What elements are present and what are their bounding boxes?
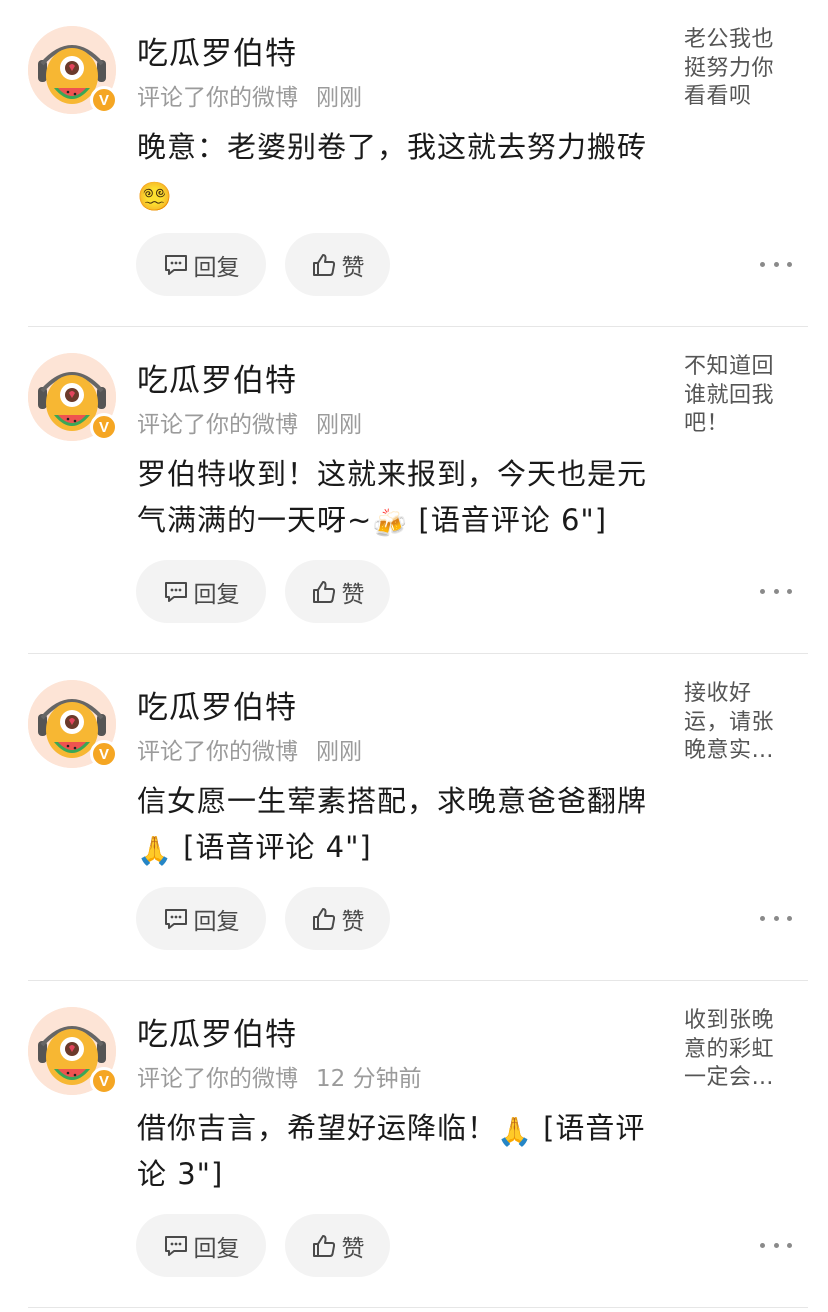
like-button[interactable]: 赞 bbox=[285, 233, 390, 296]
comment-icon bbox=[163, 253, 189, 277]
like-label: 赞 bbox=[341, 908, 365, 935]
action-text: 评论了你的微博 bbox=[137, 1066, 298, 1092]
comment-meta: 评论了你的微博 刚刚 bbox=[137, 78, 362, 112]
emoji: 🙏 bbox=[137, 834, 173, 867]
timestamp: 刚刚 bbox=[316, 412, 362, 438]
quoted-post-preview[interactable]: 收到张晚意的彩虹一定会… bbox=[684, 1007, 796, 1093]
timestamp: 12 分钟前 bbox=[316, 1066, 422, 1092]
thumbs-up-icon bbox=[311, 906, 337, 932]
comment-item[interactable]: V 吃瓜罗伯特 评论了你的微博 刚刚 罗伯特收到！这就来报到，今天也是元气满满的一… bbox=[0, 327, 828, 654]
more-options-icon[interactable] bbox=[760, 256, 792, 272]
avatar[interactable]: V bbox=[28, 26, 118, 114]
comment-text: 晚意：老婆别卷了，我这就去努力搬砖 😵‍💫 bbox=[137, 124, 647, 216]
thumbs-up-icon bbox=[311, 1233, 337, 1259]
voice-comment-tag[interactable]: [语音评论 4"] bbox=[173, 830, 372, 864]
timestamp: 刚刚 bbox=[316, 739, 362, 765]
reply-button[interactable]: 回复 bbox=[136, 887, 266, 950]
comment-icon bbox=[163, 1234, 189, 1258]
comment-icon bbox=[163, 907, 189, 931]
username[interactable]: 吃瓜罗伯特 bbox=[137, 355, 297, 400]
action-text: 评论了你的微博 bbox=[137, 739, 298, 765]
quoted-post-preview[interactable]: 不知道回谁就回我吧！ bbox=[684, 353, 796, 439]
reply-button[interactable]: 回复 bbox=[136, 233, 266, 296]
comment-body: 借你吉言，希望好运降临！ bbox=[137, 1111, 498, 1145]
comment-body: 信女愿一生荤素搭配，求晚意爸爸翻牌 bbox=[137, 784, 648, 818]
comment-item[interactable]: V 吃瓜罗伯特 评论了你的微博 刚刚 信女愿一生荤素搭配，求晚意爸爸翻牌 🙏 [语音… bbox=[0, 654, 828, 981]
like-button[interactable]: 赞 bbox=[285, 887, 390, 950]
verified-badge: V bbox=[90, 86, 118, 114]
divider bbox=[28, 1307, 808, 1308]
username[interactable]: 吃瓜罗伯特 bbox=[137, 28, 297, 73]
emoji: 😵‍💫 bbox=[137, 180, 173, 213]
comment-meta: 评论了你的微博 刚刚 bbox=[137, 732, 362, 766]
more-options-icon[interactable] bbox=[760, 583, 792, 599]
like-label: 赞 bbox=[341, 1235, 365, 1262]
timestamp: 刚刚 bbox=[316, 85, 362, 111]
reply-label: 回复 bbox=[193, 254, 240, 281]
reply-label: 回复 bbox=[193, 1235, 240, 1262]
username[interactable]: 吃瓜罗伯特 bbox=[137, 1009, 297, 1054]
reply-label: 回复 bbox=[193, 581, 240, 608]
comment-text: 信女愿一生荤素搭配，求晚意爸爸翻牌 🙏 [语音评论 4"] bbox=[137, 778, 647, 870]
quoted-post-preview[interactable]: 老公我也挺努力你看看呗 bbox=[684, 26, 796, 112]
action-text: 评论了你的微博 bbox=[137, 85, 298, 111]
action-text: 评论了你的微博 bbox=[137, 412, 298, 438]
comment-icon bbox=[163, 580, 189, 604]
comment-item[interactable]: V 吃瓜罗伯特 评论了你的微博 刚刚 晚意：老婆别卷了，我这就去努力搬砖 😵‍💫 老… bbox=[0, 0, 828, 327]
like-button[interactable]: 赞 bbox=[285, 1214, 390, 1277]
avatar[interactable]: V bbox=[28, 353, 118, 441]
comment-item[interactable]: V 吃瓜罗伯特 评论了你的微博 12 分钟前 借你吉言，希望好运降临！🙏 [语音评… bbox=[0, 981, 828, 1308]
quoted-post-preview[interactable]: 接收好运，请张晚意实… bbox=[684, 680, 796, 766]
verified-badge: V bbox=[90, 1067, 118, 1095]
like-label: 赞 bbox=[341, 581, 365, 608]
voice-comment-tag[interactable]: [语音评论 6"] bbox=[408, 503, 607, 537]
reply-label: 回复 bbox=[193, 908, 240, 935]
comment-text: 借你吉言，希望好运降临！🙏 [语音评论 3"] bbox=[137, 1105, 647, 1197]
avatar[interactable]: V bbox=[28, 680, 118, 768]
more-options-icon[interactable] bbox=[760, 910, 792, 926]
comment-text: 罗伯特收到！这就来报到，今天也是元气满满的一天呀~🍻 [语音评论 6"] bbox=[137, 451, 647, 543]
thumbs-up-icon bbox=[311, 252, 337, 278]
comment-meta: 评论了你的微博 刚刚 bbox=[137, 405, 362, 439]
comment-body: 晚意：老婆别卷了，我这就去努力搬砖 bbox=[137, 130, 648, 164]
username[interactable]: 吃瓜罗伯特 bbox=[137, 682, 297, 727]
comment-meta: 评论了你的微博 12 分钟前 bbox=[137, 1059, 422, 1093]
emoji: 🍻 bbox=[372, 507, 409, 540]
emoji: 🙏 bbox=[497, 1115, 533, 1148]
comment-feed: V 吃瓜罗伯特 评论了你的微博 刚刚 晚意：老婆别卷了，我这就去努力搬砖😵‍💫 老… bbox=[0, 0, 828, 1312]
thumbs-up-icon bbox=[311, 579, 337, 605]
reply-button[interactable]: 回复 bbox=[136, 560, 266, 623]
reply-button[interactable]: 回复 bbox=[136, 1214, 266, 1277]
verified-badge: V bbox=[90, 740, 118, 768]
like-button[interactable]: 赞 bbox=[285, 560, 390, 623]
like-label: 赞 bbox=[341, 254, 365, 281]
more-options-icon[interactable] bbox=[760, 1237, 792, 1253]
avatar[interactable]: V bbox=[28, 1007, 118, 1095]
verified-badge: V bbox=[90, 413, 118, 441]
